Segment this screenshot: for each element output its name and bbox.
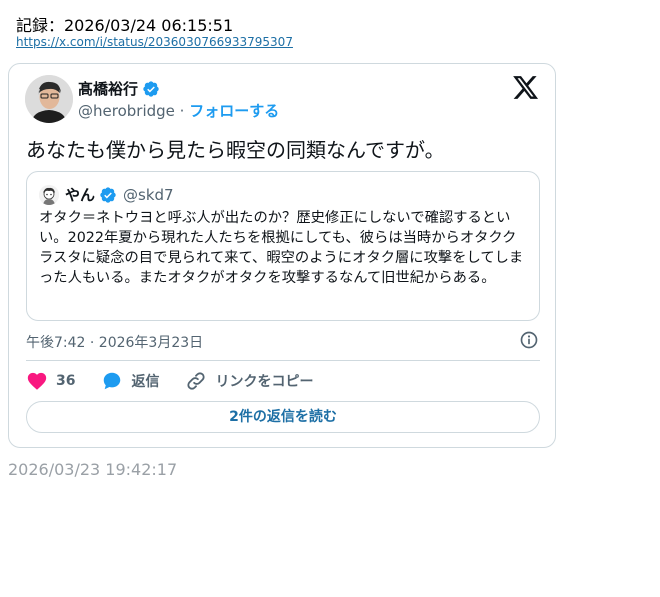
info-icon[interactable] — [519, 330, 539, 350]
author-name[interactable]: 髙橋裕行 — [78, 78, 138, 99]
quote-avatar — [39, 185, 59, 205]
tweet-timestamp[interactable]: 午後7:42 · 2026年3月23日 — [26, 332, 203, 352]
tweet-card: 髙橋裕行 @herobridge · フォローする あなたも僕から見たら暇空の同… — [8, 63, 556, 448]
verified-badge-icon — [100, 186, 116, 203]
link-icon — [187, 372, 206, 390]
copy-link-label: リンクをコピー — [215, 374, 314, 390]
copy-link-button[interactable]: リンクをコピー — [185, 370, 313, 392]
action-bar: 36 返信 リンクをコピー — [26, 370, 339, 392]
quote-author-handle: @skd7 — [123, 185, 174, 204]
record-timestamp: 記録：2026/03/24 06:15:51 — [16, 16, 234, 35]
tweet-text: あなたも僕から見たら暇空の同類なんですが。 — [26, 138, 445, 162]
author-handle-row: @herobridge · フォローする — [78, 100, 279, 121]
quote-author-name: やん — [65, 186, 96, 204]
speech-bubble-icon — [104, 372, 121, 390]
captured-timestamp: 2026/03/23 19:42:17 — [8, 460, 178, 479]
divider — [26, 360, 540, 361]
reply-label: 返信 — [131, 374, 160, 390]
read-replies-button[interactable]: 2件の返信を読む — [26, 401, 540, 433]
separator: · — [179, 102, 185, 120]
verified-badge-icon — [143, 80, 159, 97]
heart-icon — [27, 372, 47, 390]
x-logo-icon[interactable] — [513, 76, 539, 100]
source-link[interactable]: https://x.com/i/status/20360307669337953… — [16, 35, 293, 49]
like-button[interactable]: 36 — [26, 370, 75, 392]
quote-text: オタク＝ネトウヨと呼ぶ人が出たのか？歴史修正にしないで確認するといい。2022年… — [39, 210, 524, 286]
avatar[interactable] — [25, 75, 73, 123]
author-handle[interactable]: @herobridge — [78, 102, 175, 120]
reply-button[interactable]: 返信 — [101, 370, 159, 392]
like-count: 36 — [56, 373, 76, 389]
follow-button[interactable]: フォローする — [189, 102, 279, 120]
quoted-tweet[interactable]: やん @skd7 オタク＝ネトウヨと呼ぶ人が出たのか？歴史修正にしないで確認する… — [26, 171, 540, 321]
